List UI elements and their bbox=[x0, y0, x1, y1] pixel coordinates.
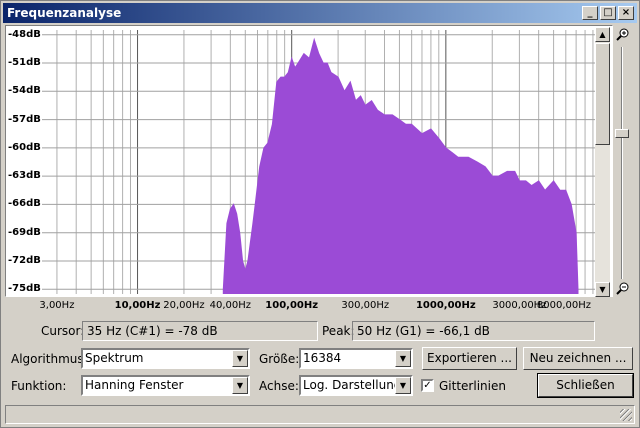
x-tick-label: 20,00Hz bbox=[163, 300, 205, 311]
function-value: Hanning Fenster bbox=[85, 378, 184, 392]
x-tick-label: 40,00Hz bbox=[209, 300, 252, 311]
vertical-scrollbar[interactable]: ▲ ▼ bbox=[595, 27, 610, 297]
minimize-button[interactable]: _ bbox=[582, 6, 598, 20]
titlebar: Frequenzanalyse _ □ × bbox=[3, 3, 637, 23]
zoom-slider-track[interactable] bbox=[621, 47, 623, 279]
close-window-button[interactable]: × bbox=[618, 6, 634, 20]
status-bar bbox=[5, 405, 635, 424]
chevron-down-icon[interactable]: ▼ bbox=[232, 350, 248, 367]
chevron-down-icon[interactable]: ▼ bbox=[232, 377, 248, 394]
spectrum-chart[interactable] bbox=[42, 30, 600, 294]
scroll-up-button[interactable]: ▲ bbox=[595, 27, 610, 42]
close-button[interactable]: Schließen bbox=[537, 373, 634, 398]
y-tick-label: -48dB bbox=[8, 28, 41, 40]
axis-label: Achse: bbox=[259, 379, 299, 393]
size-value: 16384 bbox=[303, 351, 342, 365]
x-tick-label: 300,00Hz bbox=[341, 300, 390, 311]
scroll-down-button[interactable]: ▼ bbox=[595, 282, 610, 297]
frequency-analysis-window: Frequenzanalyse _ □ × -48dB -51dB -54dB -57… bbox=[0, 0, 640, 428]
algorithm-label: Algorithmus: bbox=[11, 352, 88, 366]
zoom-in-icon[interactable] bbox=[615, 27, 631, 43]
chevron-down-icon[interactable]: ▼ bbox=[395, 350, 411, 367]
zoom-slider-thumb[interactable] bbox=[615, 129, 629, 138]
y-tick-label: -60dB bbox=[8, 141, 41, 153]
function-label: Funktion: bbox=[11, 379, 67, 393]
x-tick-label: 100,00Hz bbox=[265, 300, 319, 311]
zoom-out-icon[interactable] bbox=[615, 281, 631, 297]
gridlines-checkbox[interactable]: ✓ bbox=[421, 379, 434, 392]
redraw-button[interactable]: Neu zeichnen ... bbox=[523, 347, 633, 370]
function-select[interactable]: Hanning Fenster ▼ bbox=[81, 375, 250, 396]
spectrum-plot-area[interactable]: -48dB -51dB -54dB -57dB -60dB -63dB -66dB -69dB… bbox=[5, 25, 613, 297]
algorithm-select[interactable]: Spektrum ▼ bbox=[81, 348, 250, 369]
y-tick-label: -63dB bbox=[8, 170, 41, 182]
size-label: Größe: bbox=[259, 352, 300, 366]
y-tick-label: -69dB bbox=[8, 226, 41, 238]
cursor-readout: 35 Hz (C#1) = -78 dB bbox=[82, 321, 318, 341]
peak-label: Peak: bbox=[322, 324, 355, 338]
x-tick-label: 1000,00Hz bbox=[415, 300, 476, 311]
peak-readout: 50 Hz (G1) = -66,1 dB bbox=[352, 321, 595, 341]
cursor-label: Cursor: bbox=[41, 324, 85, 338]
x-tick-label: 8000,00Hz bbox=[536, 300, 591, 311]
y-tick-label: -57dB bbox=[8, 113, 41, 125]
y-tick-label: -75dB bbox=[8, 283, 41, 295]
maximize-button[interactable]: □ bbox=[600, 6, 616, 20]
chevron-down-icon[interactable]: ▼ bbox=[395, 377, 411, 394]
axis-select[interactable]: Log. Darstellung ▼ bbox=[299, 375, 413, 396]
y-tick-label: -51dB bbox=[8, 57, 41, 68]
y-tick-label: -54dB bbox=[8, 85, 41, 97]
axis-value: Log. Darstellung bbox=[303, 378, 402, 392]
algorithm-value: Spektrum bbox=[85, 351, 144, 365]
x-tick-label: 3,00Hz bbox=[39, 300, 75, 311]
window-title: Frequenzanalyse bbox=[7, 6, 122, 20]
export-button[interactable]: Exportieren ... bbox=[422, 347, 517, 370]
scroll-thumb[interactable] bbox=[595, 43, 610, 145]
y-tick-label: -66dB bbox=[8, 198, 41, 210]
size-select[interactable]: 16384 ▼ bbox=[299, 348, 413, 369]
x-tick-label: 10,00Hz bbox=[114, 300, 161, 311]
y-tick-label: -72dB bbox=[8, 255, 41, 266]
resize-grip[interactable] bbox=[620, 409, 632, 421]
gridlines-label[interactable]: Gitterlinien bbox=[439, 379, 506, 393]
